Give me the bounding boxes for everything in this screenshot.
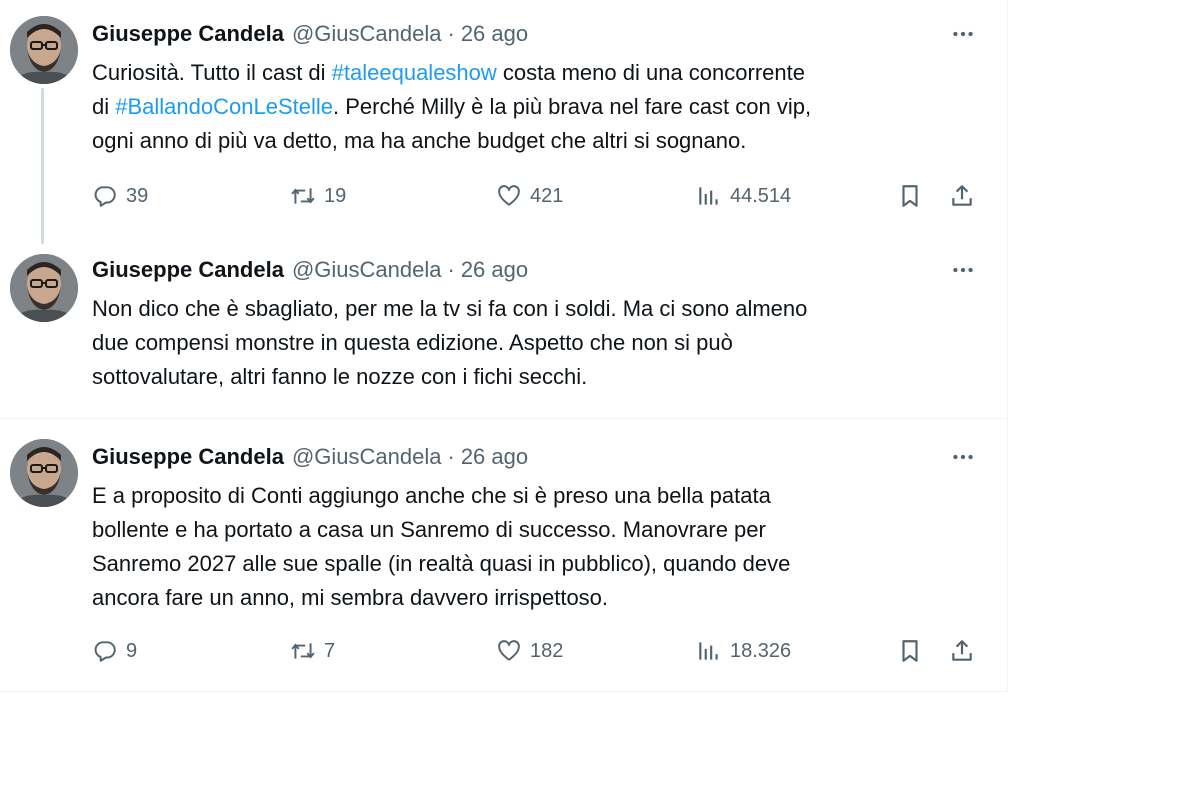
like-button[interactable]: 182 [496,633,563,669]
repost-count: 7 [324,639,336,662]
tweet-text-line: Sanremo 2027 alle sue spalle (in realtà … [92,547,992,581]
tweet-date[interactable]: 26 ago [461,444,528,470]
reply-button[interactable]: 9 [92,633,137,669]
tweet-text-segment: Curiosità. Tutto il cast di [92,60,332,85]
bookmark-icon [902,185,918,207]
column-border [1007,0,1008,692]
reply-icon [94,186,116,207]
tweet-text-segment: Sanremo 2027 alle sue spalle (in realtà … [92,551,791,576]
views-count: 44.514 [730,184,792,207]
tweet-text-segment: sottovalutare, altri fanno le nozze con … [92,364,588,389]
share-button[interactable] [949,178,975,214]
author-handle[interactable]: @GiusCandela [292,21,442,47]
tweet-text-segment: . Perché Milly è la più brava nel fare c… [332,94,812,119]
tweet-header: Giuseppe Candela @GiusCandela · 26 ago [92,254,528,286]
tweet-text-segment: di [92,94,116,119]
repost-icon [291,188,315,204]
views-count: 18.326 [730,639,792,662]
avatar[interactable] [10,439,78,507]
tweet[interactable]: Giuseppe Candela @GiusCandela · 26 ago C… [0,0,1008,244]
tweet-text-line: E a proposito di Conti aggiungo anche ch… [92,479,992,513]
repost-count: 19 [324,184,347,207]
tweet-text-segment: Non dico che è sbagliato, per me la tv s… [92,296,808,321]
tweet-text: Non dico che è sbagliato, per me la tv s… [92,292,992,394]
reply-count: 9 [126,639,138,662]
like-count: 421 [530,184,564,207]
tweet-text-segment: bollente e ha portato a casa un Sanremo … [92,517,766,542]
tweet-text-line: di #BallandoConLeStelle. Perché Milly è … [92,90,992,124]
separator: · [447,444,455,469]
bookmark-icon [902,640,918,662]
tweet-text-segment: ogni anno di più va detto, ma ha anche b… [92,128,747,153]
more-horizontal-icon [953,267,973,273]
hashtag-link[interactable]: #taleequaleshow [332,60,497,85]
tweet-text-line: bollente e ha portato a casa un Sanremo … [92,513,992,547]
share-icon [952,640,972,661]
repost-icon [291,643,315,659]
share-button[interactable] [949,633,975,669]
author-handle[interactable]: @GiusCandela [292,257,442,283]
bookmark-button[interactable] [897,178,923,214]
tweet-text-segment: E a proposito di Conti aggiungo anche ch… [92,483,771,508]
bookmark-button[interactable] [897,633,923,669]
reply-icon [94,641,116,662]
thread-connector-line [41,88,44,244]
more-options-button[interactable] [946,258,980,282]
hashtag-link[interactable]: #BallandoConLeStelle [115,94,333,119]
views-button[interactable]: 44.514 [696,178,791,214]
avatar[interactable] [10,16,78,84]
reply-button[interactable]: 39 [92,178,148,214]
tweet-actions: 9 7 182 18.326 [92,633,992,669]
more-horizontal-icon [953,31,973,37]
tweet-actions: 39 19 421 44.514 [92,178,992,214]
heart-icon [498,185,520,206]
views-chart-icon [699,187,718,205]
like-count: 182 [530,639,564,662]
author-handle[interactable]: @GiusCandela [292,444,442,470]
tweet-text: Curiosità. Tutto il cast di #taleequales… [92,56,992,158]
heart-icon [498,640,520,661]
more-options-button[interactable] [946,445,980,469]
author-name[interactable]: Giuseppe Candela [92,21,284,47]
avatar[interactable] [10,254,78,322]
separator: · [447,21,455,46]
tweet[interactable]: Giuseppe Candela @GiusCandela · 26 ago E… [0,418,1008,692]
author-name[interactable]: Giuseppe Candela [92,444,284,470]
tweet-text-line: ogni anno di più va detto, ma ha anche b… [92,124,992,158]
tweet-text-line: Curiosità. Tutto il cast di #taleequales… [92,56,992,90]
repost-button[interactable]: 19 [290,178,346,214]
more-horizontal-icon [953,454,973,460]
views-chart-icon [699,642,718,660]
more-options-button[interactable] [946,22,980,46]
reply-count: 39 [126,184,149,207]
tweet-date[interactable]: 26 ago [461,257,528,283]
separator: · [447,257,455,282]
share-icon [952,185,972,206]
tweet-header: Giuseppe Candela @GiusCandela · 26 ago [92,18,528,50]
views-button[interactable]: 18.326 [696,633,791,669]
tweet-text-line: sottovalutare, altri fanno le nozze con … [92,360,992,394]
tweet-text-segment: due compensi monstre in questa edizione.… [92,330,733,355]
repost-button[interactable]: 7 [290,633,335,669]
tweet-thread: Giuseppe Candela @GiusCandela · 26 ago C… [0,0,1008,692]
tweet-header: Giuseppe Candela @GiusCandela · 26 ago [92,441,528,473]
author-name[interactable]: Giuseppe Candela [92,257,284,283]
tweet-text: E a proposito di Conti aggiungo anche ch… [92,479,992,615]
tweet-date[interactable]: 26 ago [461,21,528,47]
tweet-text-line: Non dico che è sbagliato, per me la tv s… [92,292,992,326]
tweet[interactable]: Giuseppe Candela @GiusCandela · 26 ago N… [0,240,1008,418]
tweet-text-line: due compensi monstre in questa edizione.… [92,326,992,360]
tweet-text-segment: ancora fare un anno, mi sembra davvero i… [92,585,609,610]
like-button[interactable]: 421 [496,178,563,214]
tweet-text-line: ancora fare un anno, mi sembra davvero i… [92,581,992,615]
tweet-text-segment: costa meno di una concorrente [496,60,805,85]
